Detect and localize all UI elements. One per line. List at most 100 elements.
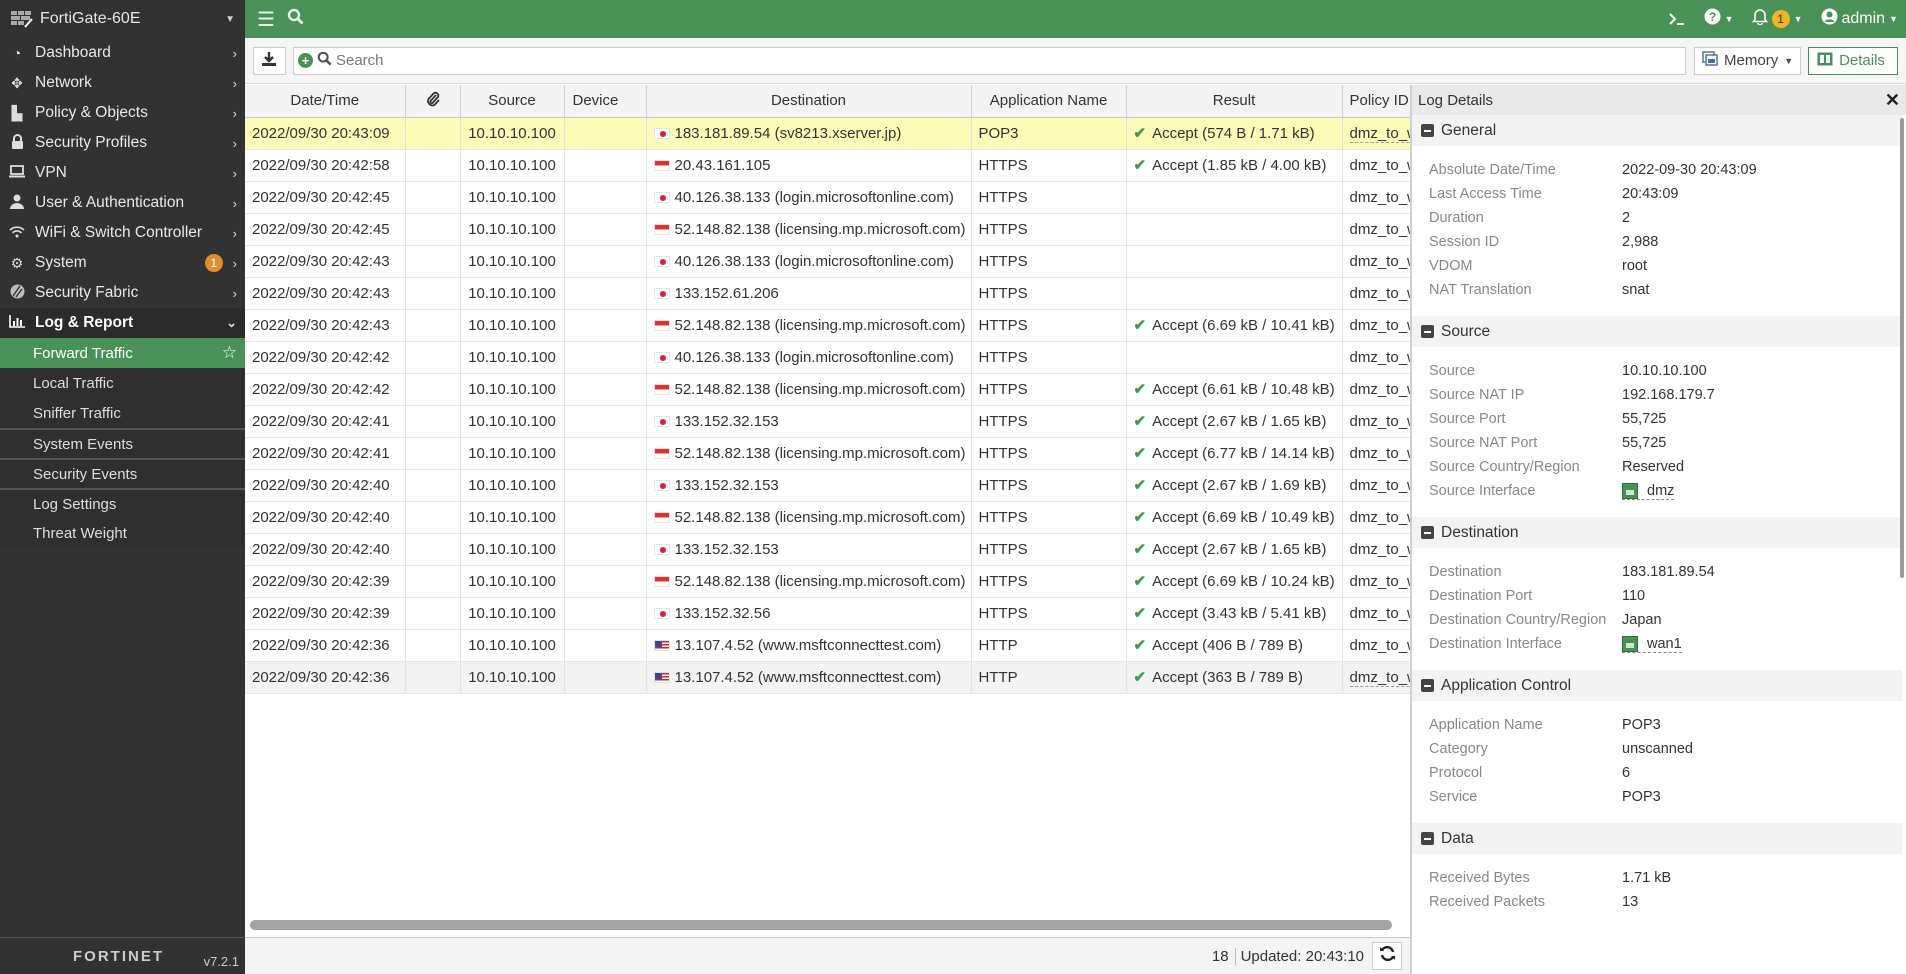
column-header-datetime[interactable]: Date/Time [245,85,406,118]
destination-text: 13.107.4.52 (www.msftconnecttest.com) [674,636,942,654]
table-row[interactable]: 2022/09/30 20:42:36 10.10.10.100 13.107.4.… [245,661,1410,694]
table-row[interactable]: 2022/09/30 20:42:41 10.10.10.100 52.148.82… [245,437,1411,470]
policy-link[interactable]: dmz_to_wan [1350,637,1411,654]
cli-console-icon[interactable] [1668,12,1686,26]
chevron-right-icon: › [232,285,237,301]
interface-link[interactable]: dmz [1622,482,1675,500]
result-text: Accept (1.85 kB / 4.00 kB) [1152,157,1327,174]
policy-link[interactable]: dmz_to_wan [1350,221,1411,238]
table-row[interactable]: 2022/09/30 20:42:45 10.10.10.100 52.148.82… [245,213,1411,246]
sidebar-item-user-auth[interactable]: User & Authentication › [0,188,245,218]
sidebar-item-policy-objects[interactable]: ▙ Policy & Objects › [0,98,245,128]
policy-link[interactable]: dmz_to_wan [1350,349,1411,366]
refresh-button[interactable] [1372,942,1402,970]
table-row[interactable]: 2022/09/30 20:42:40 10.10.10.100 52.148.82… [245,501,1411,534]
policy-link[interactable]: dmz_to_wan [1350,157,1411,174]
section-header-application-control[interactable]: Application Control [1412,670,1902,701]
fortigate-logo-icon [10,9,34,29]
log-location-dropdown[interactable]: Memory ▼ [1694,46,1802,75]
field-value: 2,988 [1622,234,1658,250]
notifications-menu[interactable]: 1 ▼ [1751,8,1803,30]
table-row[interactable]: 2022/09/30 20:42:43 10.10.10.100 133.152.6… [245,277,1411,310]
section-header-source[interactable]: Source [1412,316,1902,347]
help-menu[interactable]: ? ▼ [1704,8,1734,30]
table-row[interactable]: 2022/09/30 20:42:36 10.10.10.100 13.107.4.… [245,629,1411,662]
device-selector[interactable]: FortiGate-60E ▼ [0,0,245,38]
sidebar-subitem-local-traffic[interactable]: Local Traffic [0,368,245,398]
column-header-result[interactable]: Result [1126,85,1343,118]
table-row[interactable]: 2022/09/30 20:42:58 10.10.10.100 20.43.161… [245,149,1411,182]
sidebar-subitem-security-events[interactable]: Security Events [0,458,245,488]
policy-link[interactable]: dmz_to_wan [1350,509,1411,526]
result-text: Accept (6.69 kB / 10.24 kB) [1152,573,1335,590]
field-value-text: 20:43:09 [1622,186,1679,202]
table-row[interactable]: 2022/09/30 20:42:45 10.10.10.100 40.126.38… [245,181,1411,214]
policy-link[interactable]: dmz_to_wan [1350,381,1411,398]
table-row[interactable]: 2022/09/30 20:42:42 10.10.10.100 52.148.82… [245,373,1411,406]
table-row[interactable]: 2022/09/30 20:42:41 10.10.10.100 133.152.3… [245,405,1411,438]
policy-link[interactable]: dmz_to_wan [1350,253,1411,270]
sidebar-item-system[interactable]: ⚙ System 1 › [0,248,245,278]
column-header-destination[interactable]: Destination [646,85,972,118]
log-filter-search[interactable]: + [292,46,1687,75]
sidebar-item-network[interactable]: ✥ Network › [0,68,245,98]
top-bar-actions: ? ▼ 1 ▼ admin ▼ [1668,8,1906,30]
details-toggle-button[interactable]: Details [1808,46,1899,75]
column-header-source[interactable]: Source [460,85,565,118]
cell-result [1126,181,1343,214]
close-icon[interactable]: ✕ [1885,90,1900,111]
table-row[interactable]: 2022/09/30 20:42:43 10.10.10.100 40.126.38… [245,245,1411,278]
sidebar-subitem-threat-weight[interactable]: Threat Weight [0,518,245,548]
detail-field: Destination Interface wan1 [1412,632,1906,656]
star-icon[interactable]: ☆ [222,343,237,363]
field-label: Duration [1429,210,1484,226]
table-row[interactable]: 2022/09/30 20:42:40 10.10.10.100 133.152.3… [245,469,1411,502]
policy-link[interactable]: dmz_to_wan [1350,573,1411,590]
policy-link[interactable]: dmz_to_wan [1349,668,1410,687]
search-input[interactable] [335,52,1686,69]
column-header-attachment[interactable] [405,85,461,118]
sidebar-subitem-sniffer-traffic[interactable]: Sniffer Traffic [0,398,245,428]
table-row[interactable]: 2022/09/30 20:42:39 10.10.10.100 133.152.3… [245,597,1411,630]
policy-link[interactable]: dmz_to_wan [1350,189,1411,206]
cell-application: HTTPS [971,405,1127,438]
column-header-device[interactable]: Device [564,85,647,118]
cell-source: 10.10.10.100 [460,469,565,502]
sidebar-subitem-log-settings[interactable]: Log Settings [0,488,245,518]
column-header-application[interactable]: Application Name [971,85,1127,118]
column-header-policy-id[interactable]: Policy ID [1342,85,1410,118]
interface-link[interactable]: wan1 [1622,635,1682,653]
table-row[interactable]: 2022/09/30 20:42:39 10.10.10.100 52.148.82… [245,565,1411,598]
sidebar-subitem-system-events[interactable]: System Events [0,428,245,458]
add-filter-icon[interactable]: + [297,53,313,68]
sidebar-item-dashboard[interactable]: ◔ Dashboard › [0,38,245,68]
policy-link[interactable]: dmz_to_wan [1350,541,1411,558]
sidebar-item-vpn[interactable]: VPN › [0,158,245,188]
table-row[interactable]: 2022/09/30 20:42:43 10.10.10.100 52.148.82… [245,309,1411,342]
sidebar-item-wifi-switch[interactable]: WiFi & Switch Controller › [0,218,245,248]
table-row[interactable]: 2022/09/30 20:43:09 10.10.10.100 183.181.8… [245,117,1410,150]
section-header-data[interactable]: Data [1412,823,1902,854]
policy-link[interactable]: dmz_to_wan [1350,477,1411,494]
policy-link[interactable]: dmz_to_wan [1350,413,1411,430]
hamburger-menu-icon[interactable]: ☰ [257,7,275,32]
download-button[interactable] [253,46,286,75]
user-menu[interactable]: admin ▼ [1821,8,1898,30]
vertical-scrollbar[interactable] [1900,118,1904,578]
policy-link[interactable]: dmz_to_wan [1350,317,1411,334]
policy-link[interactable]: dmz_to_wan [1349,124,1410,143]
policy-link[interactable]: dmz_to_wan [1350,285,1411,302]
policy-link[interactable]: dmz_to_wan [1350,605,1411,622]
horizontal-scrollbar[interactable] [250,920,1392,930]
cell-attachment [405,341,461,374]
section-header-destination[interactable]: Destination [1412,517,1902,548]
sidebar-item-log-report[interactable]: Log & Report ⌄ [0,308,245,338]
section-header-general[interactable]: General [1412,115,1902,146]
search-icon[interactable] [287,8,304,31]
sidebar-item-security-fabric[interactable]: Security Fabric › [0,278,245,308]
sidebar-subitem-forward-traffic[interactable]: Forward Traffic ☆ [0,338,245,368]
policy-link[interactable]: dmz_to_wan [1350,445,1411,462]
table-row[interactable]: 2022/09/30 20:42:42 10.10.10.100 40.126.38… [245,341,1411,374]
table-row[interactable]: 2022/09/30 20:42:40 10.10.10.100 133.152.3… [245,533,1411,566]
sidebar-item-security-profiles[interactable]: Security Profiles › [0,128,245,158]
